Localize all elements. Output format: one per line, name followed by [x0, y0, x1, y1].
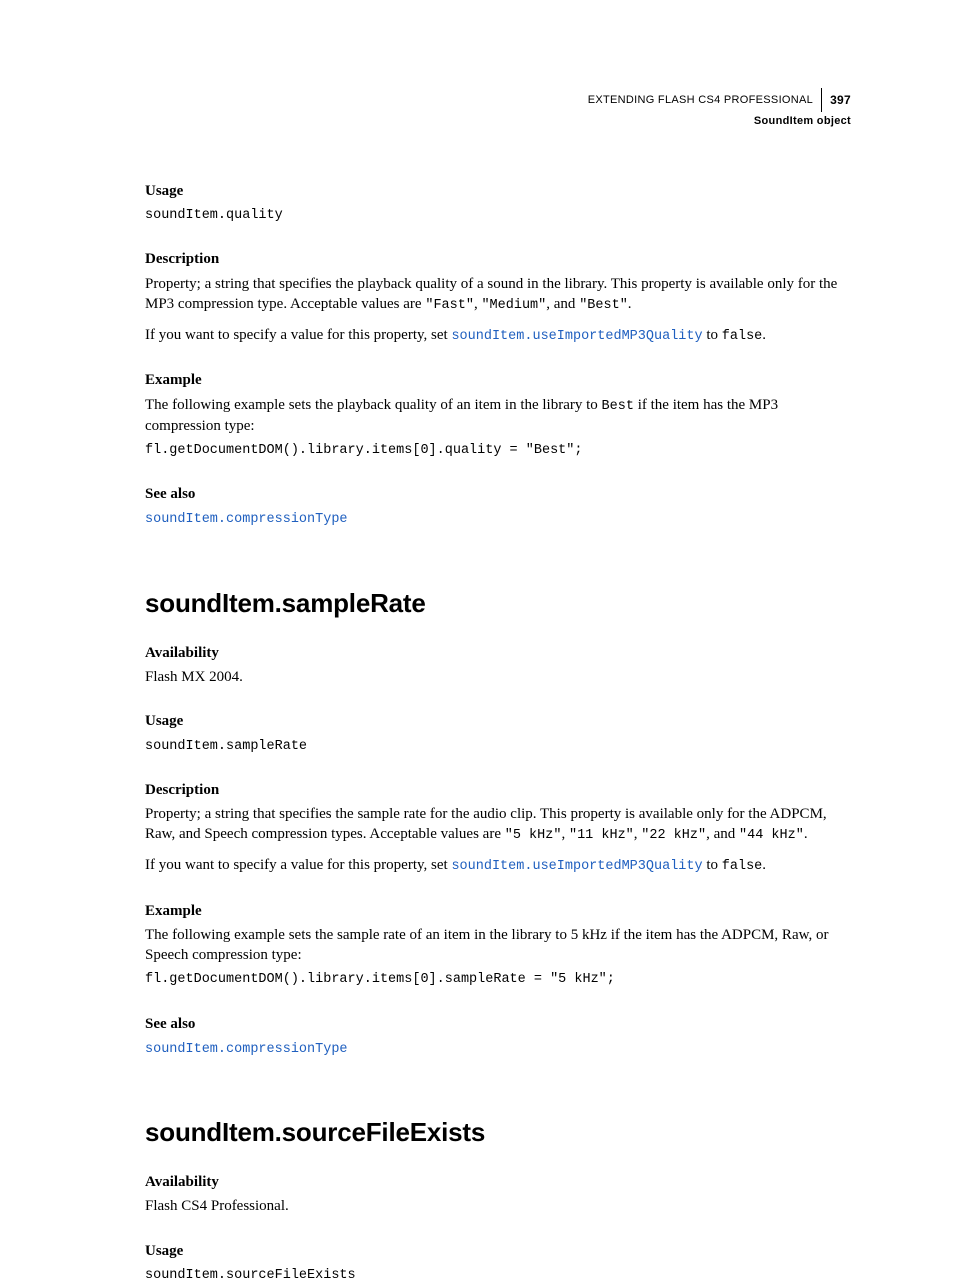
text-run: ,: [561, 826, 569, 842]
inline-code: "Medium": [481, 298, 546, 313]
see-also-links: soundItem.compressionType: [145, 508, 851, 529]
availability-text: Flash MX 2004.: [145, 667, 851, 687]
text-run: .: [804, 826, 808, 842]
see-also-heading: See also: [145, 1014, 851, 1034]
example-heading: Example: [145, 901, 851, 921]
usage-heading: Usage: [145, 711, 851, 731]
inline-code: "44 kHz": [739, 828, 804, 843]
description-text: If you want to specify a value for this …: [145, 325, 851, 346]
usage-code: soundItem.sourceFileExists: [145, 1267, 851, 1285]
example-text: The following example sets the playback …: [145, 395, 851, 436]
cross-ref-link[interactable]: soundItem.compressionType: [145, 512, 348, 527]
description-heading: Description: [145, 249, 851, 269]
description-heading: Description: [145, 780, 851, 800]
text-run: to: [703, 857, 722, 873]
inline-code: false: [722, 859, 763, 874]
example-heading: Example: [145, 370, 851, 390]
inline-code: "Fast": [425, 298, 474, 313]
header-divider: [821, 88, 822, 112]
text-run: .: [762, 327, 766, 343]
text-run: The following example sets the playback …: [145, 397, 602, 413]
usage-heading: Usage: [145, 1241, 851, 1261]
inline-code: Best: [602, 399, 634, 414]
text-run: If you want to specify a value for this …: [145, 327, 451, 343]
text-run: , and: [546, 296, 579, 312]
example-text: The following example sets the sample ra…: [145, 925, 851, 966]
availability-heading: Availability: [145, 1172, 851, 1192]
description-text: Property; a string that specifies the sa…: [145, 804, 851, 845]
availability-heading: Availability: [145, 643, 851, 663]
page-header: EXTENDING FLASH CS4 PROFESSIONAL 397 Sou…: [145, 88, 851, 129]
page-number: 397: [830, 92, 851, 108]
inline-code: "5 kHz": [505, 828, 562, 843]
text-run: , and: [706, 826, 739, 842]
inline-code: "11 kHz": [569, 828, 634, 843]
usage-heading: Usage: [145, 181, 851, 201]
inline-code: "Best": [579, 298, 628, 313]
inline-code: false: [722, 329, 763, 344]
section-label: SoundItem object: [145, 114, 851, 129]
see-also-heading: See also: [145, 484, 851, 504]
availability-text: Flash CS4 Professional.: [145, 1196, 851, 1216]
cross-ref-link[interactable]: soundItem.useImportedMP3Quality: [451, 329, 702, 344]
see-also-links: soundItem.compressionType: [145, 1038, 851, 1059]
example-code: fl.getDocumentDOM().library.items[0].sam…: [145, 971, 851, 989]
text-run: If you want to specify a value for this …: [145, 857, 451, 873]
description-text: Property; a string that specifies the pl…: [145, 274, 851, 315]
doc-title: EXTENDING FLASH CS4 PROFESSIONAL: [588, 93, 813, 108]
cross-ref-link[interactable]: soundItem.compressionType: [145, 1042, 348, 1057]
api-heading-samplerate: soundItem.sampleRate: [145, 586, 851, 621]
cross-ref-link[interactable]: soundItem.useImportedMP3Quality: [451, 859, 702, 874]
example-code: fl.getDocumentDOM().library.items[0].qua…: [145, 442, 851, 460]
text-run: .: [628, 296, 632, 312]
description-text: If you want to specify a value for this …: [145, 855, 851, 876]
text-run: .: [762, 857, 766, 873]
inline-code: "22 kHz": [641, 828, 706, 843]
usage-code: soundItem.quality: [145, 207, 851, 225]
api-heading-sourcefileexists: soundItem.sourceFileExists: [145, 1115, 851, 1150]
usage-code: soundItem.sampleRate: [145, 738, 851, 756]
text-run: to: [703, 327, 722, 343]
